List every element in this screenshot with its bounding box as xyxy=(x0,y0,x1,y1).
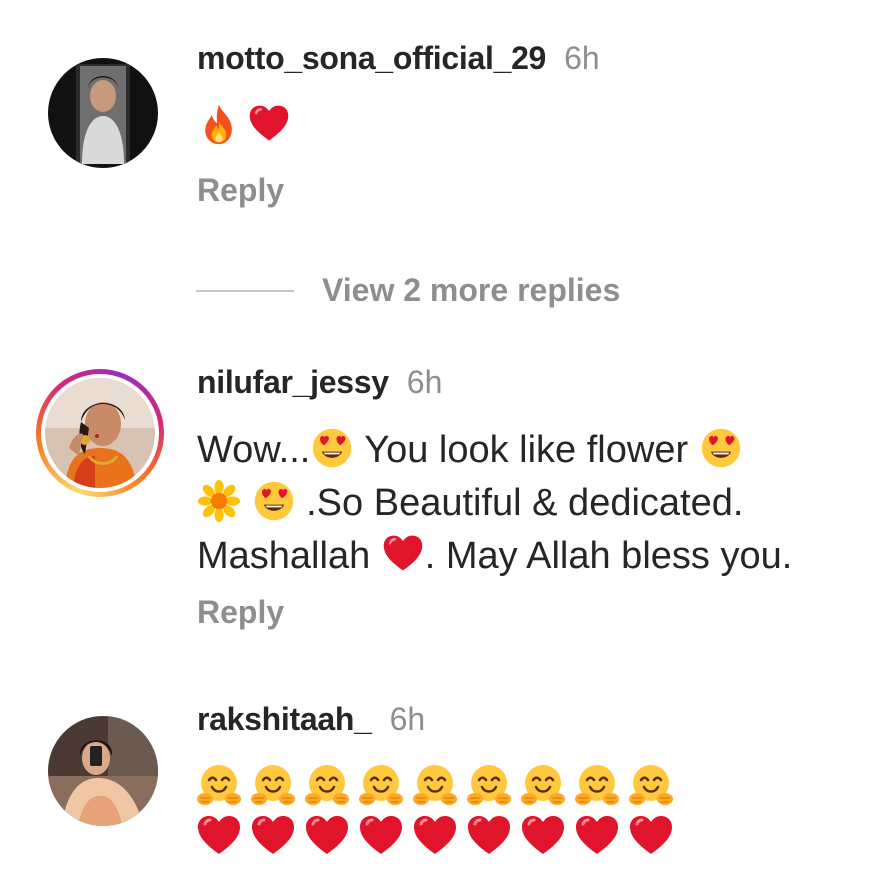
reply-button[interactable]: Reply xyxy=(197,172,284,209)
red-heart-icon xyxy=(195,812,243,860)
story-ring[interactable] xyxy=(36,369,164,497)
red-heart-icon xyxy=(411,812,459,860)
hugging-face-icon xyxy=(411,762,459,810)
hugging-face-icon xyxy=(303,762,351,810)
comment-header: nilufar_jessy 6h xyxy=(197,364,442,401)
red-heart-icon xyxy=(249,812,297,860)
hugging-face-icon xyxy=(519,762,567,810)
timestamp: 6h xyxy=(406,364,443,400)
hugging-face-icon xyxy=(195,762,243,810)
timestamp: 6h xyxy=(389,701,426,737)
text-segment: You look like flower xyxy=(354,429,699,471)
red-heart-icon xyxy=(381,532,425,576)
hug-emoji-row xyxy=(195,762,675,810)
divider-line xyxy=(196,290,294,292)
red-heart-icon xyxy=(357,812,405,860)
hugging-face-icon xyxy=(249,762,297,810)
hugging-face-icon xyxy=(627,762,675,810)
username[interactable]: motto_sona_official_29 xyxy=(197,40,546,76)
heart-emoji-row xyxy=(195,812,675,860)
red-heart-icon xyxy=(247,102,291,146)
hugging-face-icon xyxy=(573,762,621,810)
username[interactable]: nilufar_jessy xyxy=(197,364,389,400)
heart-eyes-icon xyxy=(699,426,743,470)
username[interactable]: rakshitaah_ xyxy=(197,701,372,737)
comment-text: Wow... You look like flower .So Beautifu… xyxy=(197,424,867,583)
text-segment: Wow... xyxy=(197,429,311,471)
red-heart-icon xyxy=(519,812,567,860)
red-heart-icon xyxy=(303,812,351,860)
avatar-nilufar-jessy[interactable] xyxy=(45,378,155,488)
reply-button[interactable]: Reply xyxy=(197,594,284,631)
comment-text xyxy=(197,100,867,153)
fire-icon xyxy=(197,102,241,146)
text-segment: .So Beautiful & dedicated. xyxy=(306,482,744,524)
comment-header: rakshitaah_ 6h xyxy=(197,701,425,738)
hugging-face-icon xyxy=(357,762,405,810)
red-heart-icon xyxy=(573,812,621,860)
timestamp: 6h xyxy=(564,40,600,76)
heart-eyes-icon xyxy=(310,426,354,470)
view-more-replies-label[interactable]: View 2 more replies xyxy=(322,272,620,309)
text-segment: . May Allah bless you. xyxy=(424,535,793,577)
comment-header: motto_sona_official_29 6h xyxy=(197,40,600,77)
sunflower-icon xyxy=(197,479,241,523)
hugging-face-icon xyxy=(465,762,513,810)
text-segment: Mashallah xyxy=(197,535,381,577)
heart-eyes-icon xyxy=(252,479,296,523)
red-heart-icon xyxy=(627,812,675,860)
avatar-motto-sona[interactable] xyxy=(48,58,158,168)
avatar-rakshitaah[interactable] xyxy=(48,716,158,826)
red-heart-icon xyxy=(465,812,513,860)
